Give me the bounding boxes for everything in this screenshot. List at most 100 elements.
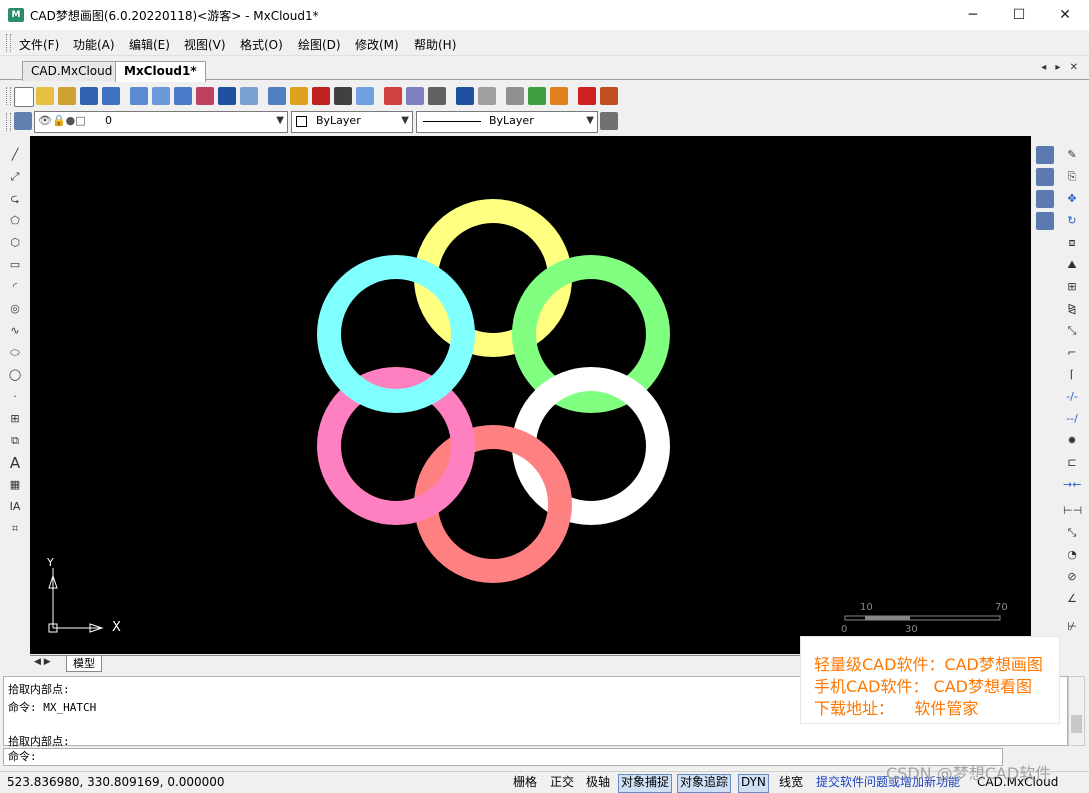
layer-select[interactable]: 👁🔒●□ 0 ▼ [34, 111, 288, 133]
image-export-icon[interactable] [600, 87, 618, 105]
properties-panel-icon[interactable] [428, 87, 446, 105]
angle-dimension-icon[interactable]: ∠ [1063, 590, 1081, 608]
redo-icon[interactable] [478, 87, 496, 105]
erase-icon[interactable]: ✎ [1063, 146, 1081, 164]
arc-icon[interactable]: ◜ [6, 278, 24, 296]
lineweight-icon[interactable] [600, 112, 618, 130]
polygon-icon[interactable]: ⬠ [6, 212, 24, 230]
zoom-window-icon[interactable] [130, 87, 148, 105]
hatch-icon[interactable]: ▦ [6, 476, 24, 494]
line-icon[interactable]: ╱ [6, 146, 24, 164]
pdf-export-icon[interactable] [578, 87, 596, 105]
globe-icon[interactable] [528, 87, 546, 105]
menu-format[interactable]: 格式(O) [240, 36, 283, 53]
menu-edit[interactable]: 编辑(E) [129, 36, 170, 53]
zoom-extents-icon[interactable] [240, 87, 258, 105]
bring-front-icon[interactable] [1036, 146, 1054, 164]
chamfer-icon[interactable]: ⌈ [1063, 366, 1081, 384]
send-back-icon[interactable] [1036, 168, 1054, 186]
menu-view[interactable]: 视图(V) [184, 36, 226, 53]
toggle-object-track[interactable]: 对象追踪 [677, 774, 732, 793]
brush-icon[interactable] [334, 87, 352, 105]
array-icon[interactable]: ⊞ [1063, 278, 1081, 296]
move-icon[interactable]: ✥ [1063, 190, 1081, 208]
toggle-object-snap[interactable]: 对象捕捉 [618, 774, 673, 793]
linetype-select[interactable]: ByLayer ▼ [416, 111, 598, 133]
layout-nav-arrows[interactable]: ◀ ▶ [34, 657, 51, 667]
command-scrollbar[interactable] [1068, 676, 1085, 746]
toggle-lineweight[interactable]: 线宽 [777, 774, 805, 791]
scrollbar-thumb[interactable] [1071, 715, 1082, 733]
circle-icon[interactable]: ◎ [6, 300, 24, 318]
toggle-dyn[interactable]: DYN [738, 774, 769, 793]
new-file-icon[interactable] [14, 87, 34, 107]
send-under-icon[interactable] [1036, 212, 1054, 230]
layer-manager-icon[interactable] [14, 112, 32, 130]
measure-icon[interactable] [406, 87, 424, 105]
color-select[interactable]: ByLayer ▼ [291, 111, 413, 133]
break-icon[interactable]: ⊏ [1063, 454, 1081, 472]
multiline-text-icon[interactable]: IA [6, 498, 24, 516]
insert-block-icon[interactable]: ⊞ [6, 410, 24, 428]
tab-cad-mxcloud[interactable]: CAD.MxCloud [22, 61, 122, 81]
spline-icon[interactable]: ∿ [6, 322, 24, 340]
cloud-sync-icon[interactable] [550, 87, 568, 105]
aligned-dimension-icon[interactable]: ⤡ [1063, 524, 1081, 542]
extend-icon[interactable]: --/ [1063, 410, 1081, 428]
scale-icon[interactable]: ⧈ [1063, 234, 1081, 252]
leader-icon[interactable]: ⊬ [1063, 618, 1081, 636]
close-button[interactable]: ✕ [1042, 0, 1088, 30]
layer-colors-icon[interactable] [312, 87, 330, 105]
rotate-icon[interactable]: ↻ [1063, 212, 1081, 230]
tab-mxcloud1[interactable]: MxCloud1* [115, 61, 206, 82]
fillet-icon[interactable]: ⌐ [1063, 344, 1081, 362]
save-icon[interactable] [80, 87, 98, 105]
menu-file[interactable]: 文件(F) [19, 36, 59, 53]
menu-function[interactable]: 功能(A) [73, 36, 115, 53]
trim-icon[interactable]: -/- [1063, 388, 1081, 406]
copy-icon[interactable]: ⎘ [1063, 168, 1081, 186]
menu-modify[interactable]: 修改(M) [355, 36, 399, 53]
pan-icon[interactable] [196, 87, 214, 105]
menu-help[interactable]: 帮助(H) [414, 36, 456, 53]
text-icon[interactable]: A [6, 454, 24, 472]
drawing-canvas[interactable]: Y X 10 70 0 30 [30, 136, 1031, 654]
save-as-icon[interactable] [102, 87, 120, 105]
command-input[interactable]: 命令: [3, 748, 1003, 766]
toggle-polar[interactable]: 极轴 [584, 774, 612, 791]
stretch-icon[interactable]: ⤡ [1063, 322, 1081, 340]
construction-line-icon[interactable]: ⤢ [6, 168, 24, 186]
match-properties-icon[interactable] [290, 87, 308, 105]
export-icon[interactable] [356, 87, 374, 105]
zoom-in-icon[interactable] [174, 87, 192, 105]
radius-dimension-icon[interactable]: ◔ [1063, 546, 1081, 564]
open-file-icon[interactable] [36, 87, 54, 105]
menu-draw[interactable]: 绘图(D) [298, 36, 341, 53]
make-block-icon[interactable]: ⧉ [6, 432, 24, 450]
polyline-icon[interactable]: ⮎ [6, 190, 24, 208]
ellipse-icon[interactable]: ⬭ [6, 344, 24, 362]
print-icon[interactable] [506, 87, 524, 105]
open-folder-icon[interactable] [58, 87, 76, 105]
zoom-realtime-icon[interactable] [152, 87, 170, 105]
join-icon[interactable]: →← [1063, 476, 1081, 494]
ucs-icon[interactable] [218, 87, 236, 105]
table-icon[interactable]: ⌗ [6, 520, 24, 538]
toggle-grid[interactable]: 栅格 [511, 774, 539, 791]
maximize-button[interactable]: ☐ [996, 0, 1042, 30]
find-icon[interactable] [268, 87, 286, 105]
diameter-dimension-icon[interactable]: ⊘ [1063, 568, 1081, 586]
grid-tool-icon[interactable] [384, 87, 402, 105]
toggle-ortho[interactable]: 正交 [548, 774, 576, 791]
linear-dimension-icon[interactable]: ⊢⊣ [1063, 502, 1082, 520]
tab-navigation[interactable]: ◂ ▸ ✕ [1041, 62, 1081, 73]
rectangle-icon[interactable]: ▭ [6, 256, 24, 274]
ellipse-arc-icon[interactable]: ◯ [6, 366, 24, 384]
undo-icon[interactable] [456, 87, 474, 105]
tab-model[interactable]: 模型 [66, 656, 102, 672]
offset-icon[interactable]: ⛰ [1063, 256, 1081, 274]
freeform-polygon-icon[interactable]: ⬡ [6, 234, 24, 252]
mirror-icon[interactable]: ⧎ [1063, 300, 1081, 318]
point-icon[interactable]: · [6, 388, 24, 406]
explode-icon[interactable]: ✸ [1063, 432, 1081, 450]
